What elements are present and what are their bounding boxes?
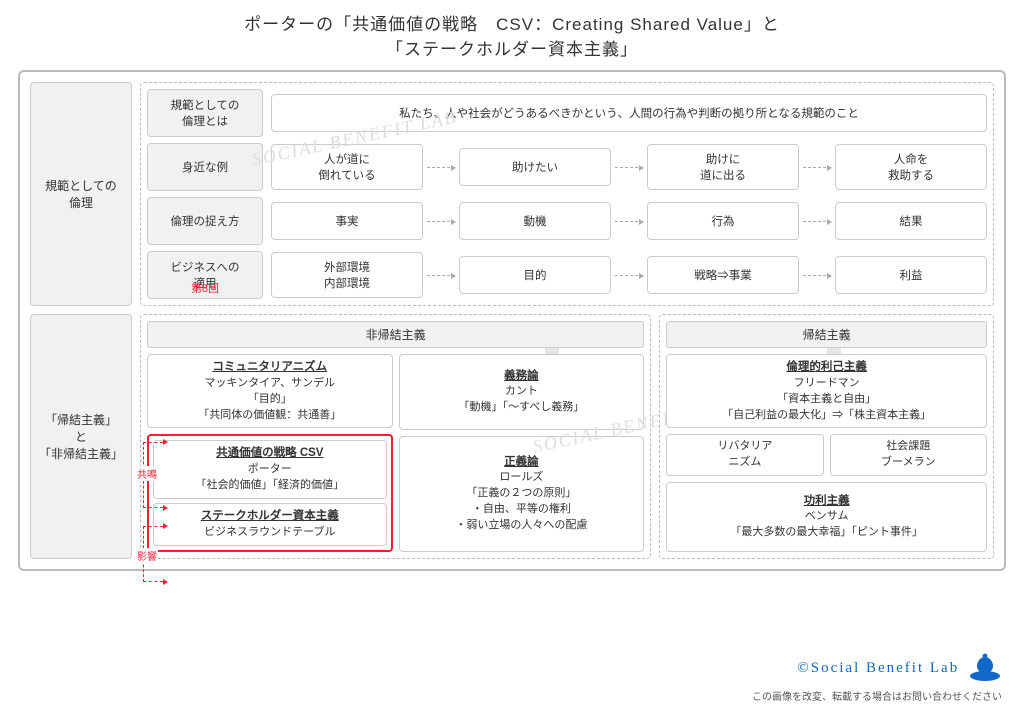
arrow-icon — [427, 275, 455, 276]
flow-cell: 利益 — [835, 256, 987, 294]
top-pillar: 規範としての 倫理 — [30, 82, 132, 306]
card-stakeholder-capitalism: ステークホルダー資本主義 ビジネスラウンドテーブル — [153, 503, 387, 546]
definition-text: 私たち、人や社会がどうあるべきかという、人間の行為や判断の拠り所となる規範のこと — [271, 94, 987, 132]
flow-cell: 助けに 道に出る — [647, 144, 799, 190]
logo-icon — [968, 653, 1002, 686]
red-arrowhead-icon — [163, 505, 168, 511]
arrow-icon — [803, 221, 831, 222]
arrow-icon — [803, 275, 831, 276]
card-libertarianism: リバタリア ニズム — [666, 434, 823, 476]
red-arrowhead-icon — [163, 439, 168, 445]
arrow-icon — [615, 221, 643, 222]
row-label: 身近な例 — [147, 143, 263, 191]
flow-cell: 戦略⇒事業 — [647, 256, 799, 294]
pair-row: リバタリア ニズム 社会課題 ブーメラン — [666, 434, 987, 476]
bottom-section: 「帰結主義」 と 「非帰結主義」 非帰結主義 コミュニタリアニズム マッキンタイ… — [30, 314, 994, 559]
footer: ©Social Benefit Lab この画像を改変、転載する場合はお問い合わ… — [752, 653, 1002, 703]
row-label: ビジネスへの 適用 第8回 — [147, 251, 263, 299]
row-label: 倫理の捉え方 — [147, 197, 263, 245]
col-consequentialism: 帰結主義 倫理的利己主義 フリードマン 「資本主義と自由」 「自己利益の最大化」… — [659, 314, 994, 559]
top-section: 規範としての 倫理 規範としての 倫理とは 私たち、人や社会がどうあるべきかとい… — [30, 82, 994, 306]
red-arrowhead-icon — [163, 523, 168, 529]
episode-annot: 第8回 — [191, 280, 219, 296]
arrow-icon — [615, 275, 643, 276]
flow-cell: 目的 — [459, 256, 611, 294]
col-non-consequentialism: 非帰結主義 コミュニタリアニズム マッキンタイア、サンデル 「目的」 「共同体の… — [140, 314, 651, 559]
card-deontology: 義務論 カント 「動機」「～すべし義務」 — [399, 354, 645, 430]
row-view: 倫理の捉え方 事実 動機 行為 結果 — [147, 197, 987, 245]
flow-cell: 行為 — [647, 202, 799, 240]
card-communitarianism: コミュニタリアニズム マッキンタイア、サンデル 「目的」 「共同体の価値観：共通… — [147, 354, 393, 428]
arrow-icon — [427, 221, 455, 222]
flow-cell: 人が道に 倒れている — [271, 144, 423, 190]
bottom-pillar: 「帰結主義」 と 「非帰結主義」 — [30, 314, 132, 559]
row-label: 規範としての 倫理とは — [147, 89, 263, 137]
flow-cell: 動機 — [459, 202, 611, 240]
highlighted-group: 共通価値の戦略 CSV ポーター 「社会的価値」「経済的価値」 ステークホルダー… — [147, 434, 393, 551]
card-csv: 共通価値の戦略 CSV ポーター 「社会的価値」「経済的価値」 — [153, 440, 387, 499]
top-rows-container: 規範としての 倫理とは 私たち、人や社会がどうあるべきかという、人間の行為や判断… — [140, 82, 994, 306]
flow-cell: 結果 — [835, 202, 987, 240]
brand-text: ©Social Benefit Lab — [797, 660, 959, 676]
arrow-icon — [615, 167, 643, 168]
annot-eikyo: 影響 — [136, 548, 158, 563]
card-ethical-egoism: 倫理的利己主義 フリードマン 「資本主義と自由」 「自己利益の最大化」⇒「株主資… — [666, 354, 987, 428]
card-justice: 正義論 ロールズ 「正義の２つの原則」 ・自由、平等の権利 ・弱い立場の人々への… — [399, 436, 645, 552]
flow-cell: 外部環境 内部環境 — [271, 252, 423, 298]
col-header: 非帰結主義 — [147, 321, 644, 348]
flow-cell: 人命を 救助する — [835, 144, 987, 190]
row-business: ビジネスへの 適用 第8回 外部環境 内部環境 目的 戦略⇒事業 利益 — [147, 251, 987, 299]
main-frame: 規範としての 倫理 規範としての 倫理とは 私たち、人や社会がどうあるべきかとい… — [18, 70, 1006, 571]
card-boomerang: 社会課題 ブーメラン — [830, 434, 987, 476]
arrow-icon — [803, 167, 831, 168]
row-definition: 規範としての 倫理とは 私たち、人や社会がどうあるべきかという、人間の行為や判断… — [147, 89, 987, 137]
page-title: ポーターの「共通価値の戦略 CSV：Creating Shared Value」… — [0, 0, 1024, 64]
card-utilitarianism: 功利主義 ベンサム 「最大多数の最大幸福」「ピント事件」 — [666, 482, 987, 551]
red-arrowhead-icon — [163, 579, 168, 585]
col-header: 帰結主義 — [666, 321, 987, 348]
flow-cell: 助けたい — [459, 148, 611, 186]
footer-note: この画像を改変、転載する場合はお問い合わせください — [752, 688, 1002, 703]
arrow-icon — [427, 167, 455, 168]
flow-cell: 事実 — [271, 202, 423, 240]
row-example: 身近な例 人が道に 倒れている 助けたい 助けに 道に出る 人命を 救助する — [147, 143, 987, 191]
annot-kyomei: 共鳴 — [136, 466, 158, 481]
